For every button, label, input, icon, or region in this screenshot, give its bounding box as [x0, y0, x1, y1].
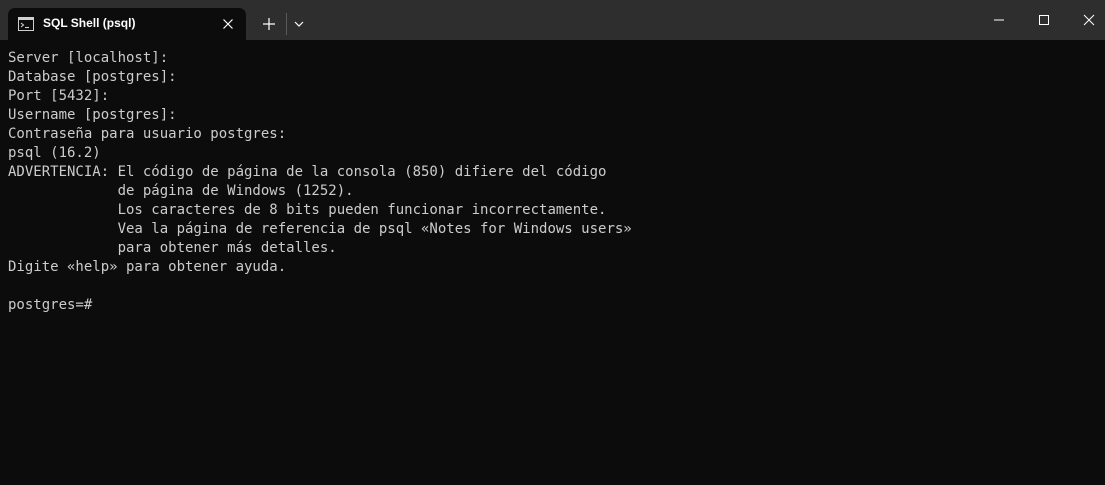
- terminal-line-port: Port [5432]:: [8, 88, 110, 104]
- terminal-line-warning-2: de página de Windows (1252).: [8, 183, 354, 199]
- terminal-line-warning-4: Vea la página de referencia de psql «Not…: [8, 221, 632, 237]
- terminal-line-warning-5: para obtener más detalles.: [8, 240, 337, 256]
- title-bar[interactable]: SQL Shell (psql): [0, 0, 1105, 40]
- tab-title: SQL Shell (psql): [43, 16, 136, 30]
- minimize-button[interactable]: [976, 0, 1022, 40]
- terminal-prompt[interactable]: postgres=#: [8, 296, 1098, 315]
- chevron-down-icon[interactable]: [291, 16, 307, 32]
- terminal-line-password: Contraseña para usuario postgres:: [8, 126, 287, 142]
- terminal-line-warning: ADVERTENCIA: El código de página de la c…: [8, 164, 607, 180]
- close-icon: [1083, 14, 1095, 26]
- close-icon[interactable]: [221, 17, 235, 31]
- tab-divider: [286, 13, 287, 35]
- terminal-line-server: Server [localhost]:: [8, 50, 169, 66]
- minimize-icon: [994, 19, 1004, 21]
- terminal-output[interactable]: Server [localhost]: Database [postgres]: P…: [8, 49, 1098, 479]
- terminal-window: SQL Shell (psql) Server [localhost]: Dat…: [0, 0, 1105, 485]
- terminal-line-username: Username [postgres]:: [8, 107, 177, 123]
- terminal-icon: [18, 17, 34, 31]
- tab-sql-shell[interactable]: SQL Shell (psql): [8, 8, 246, 40]
- maximize-icon: [1039, 15, 1049, 25]
- maximize-button[interactable]: [1021, 0, 1067, 40]
- terminal-line-version: psql (16.2): [8, 145, 101, 161]
- terminal-line-warning-3: Los caracteres de 8 bits pueden funciona…: [8, 202, 607, 218]
- plus-icon[interactable]: [260, 15, 278, 33]
- terminal-line-database: Database [postgres]:: [8, 69, 177, 85]
- close-window-button[interactable]: [1066, 0, 1105, 40]
- terminal-line-help: Digite «help» para obtener ayuda.: [8, 259, 287, 275]
